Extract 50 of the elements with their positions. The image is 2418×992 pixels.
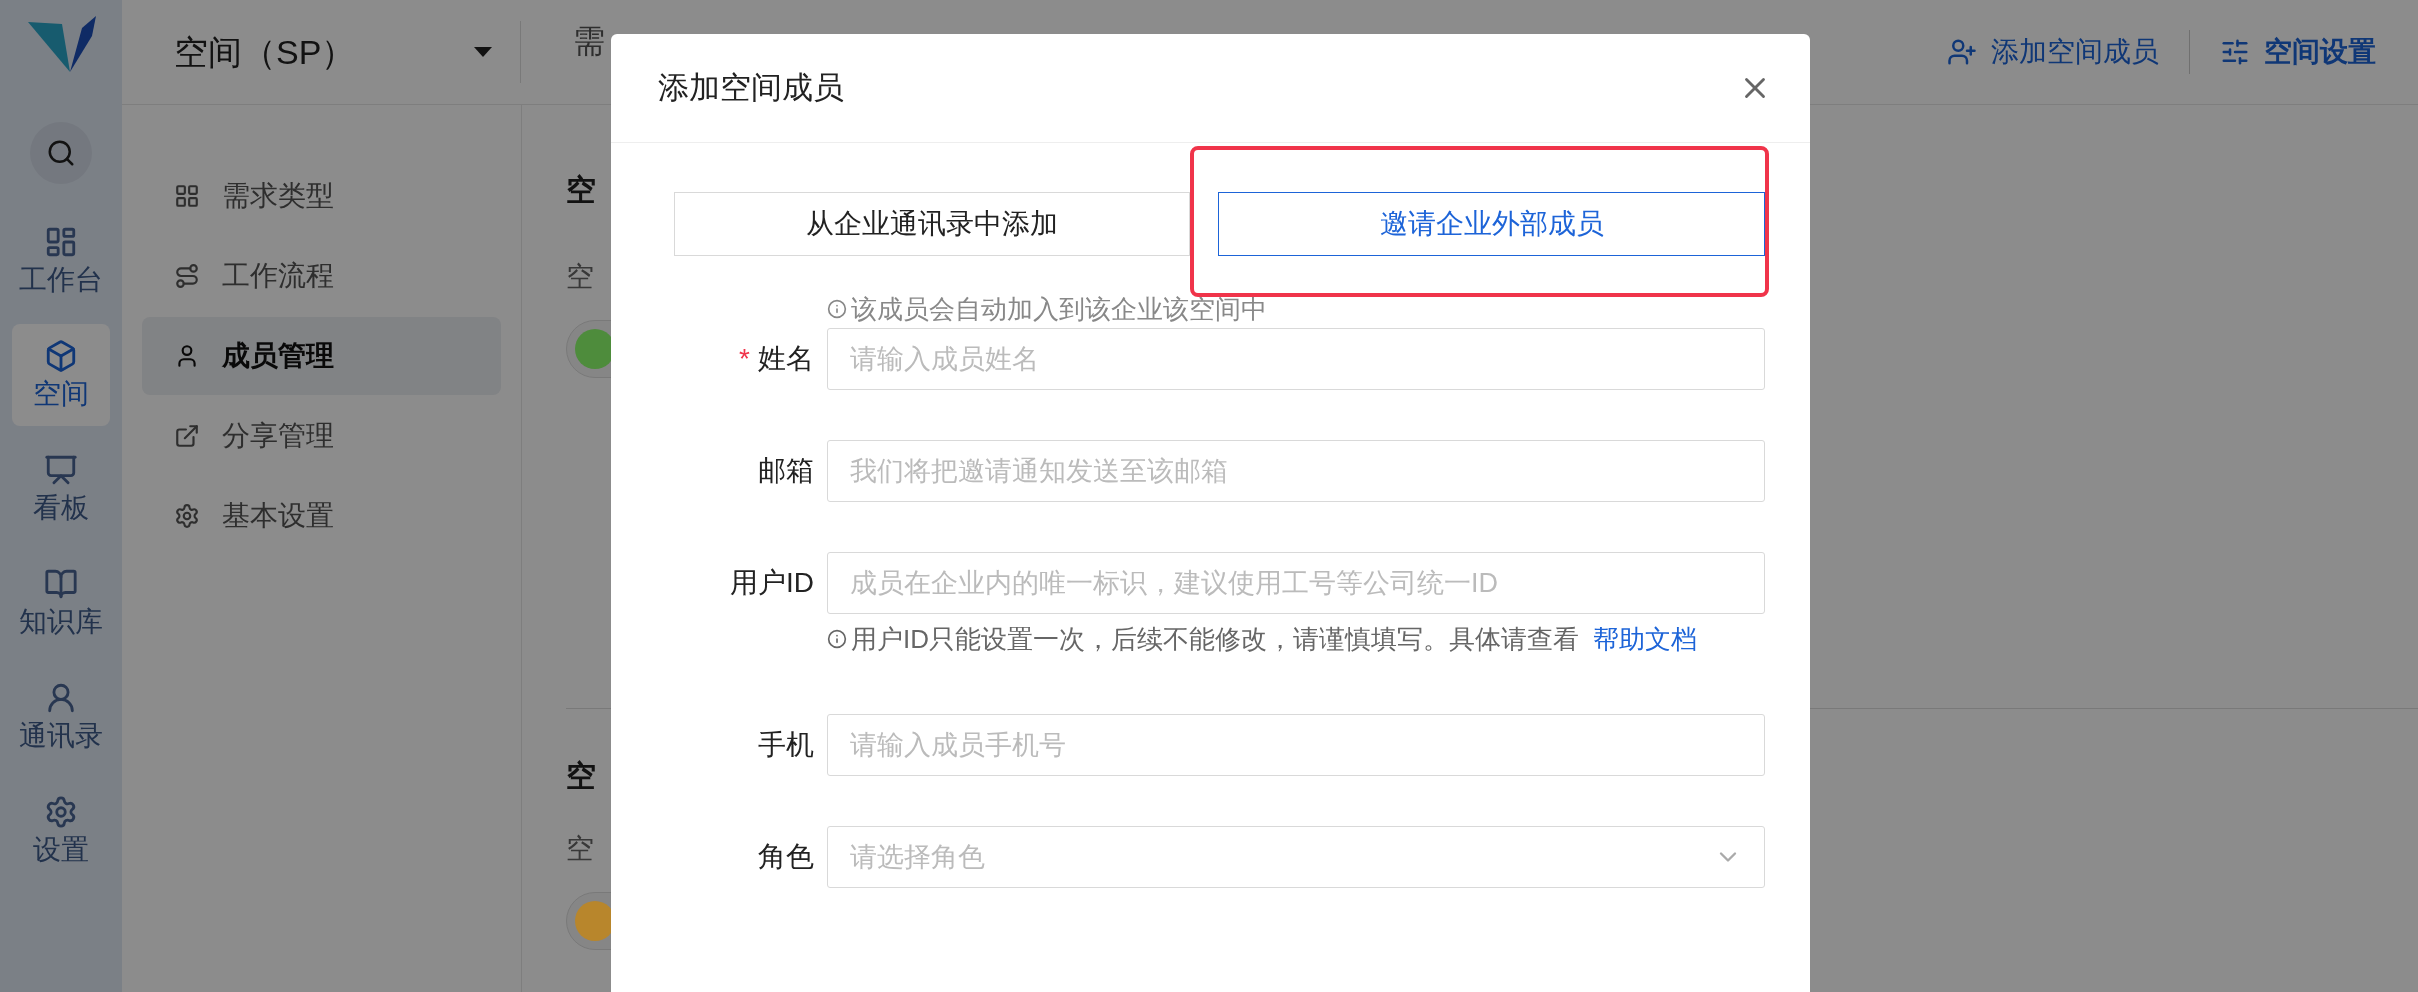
book-icon: [44, 567, 78, 601]
section-text: 空: [566, 260, 594, 294]
info-icon: [827, 629, 847, 649]
dialog-tab[interactable]: 从企业通讯录中添加: [674, 192, 1190, 256]
dialog-tab[interactable]: 邀请企业外部成员: [1218, 192, 1765, 256]
user-plus-icon: [1947, 37, 1977, 67]
section-heading: 空: [566, 172, 596, 208]
sidebar-item[interactable]: 通讯录: [12, 666, 110, 768]
dialog-title: 添加空间成员: [658, 68, 844, 107]
space-settings-button[interactable]: 空间设置: [2220, 31, 2376, 73]
chart-board-icon: [44, 453, 78, 487]
input-field[interactable]: 请输入成员手机号: [827, 714, 1765, 776]
cube-icon: [44, 339, 78, 373]
field-label: 手机: [758, 728, 814, 762]
notice-text: 该成员会自动加入到该企业该空间中: [851, 293, 1267, 326]
field-label: 邮箱: [758, 454, 814, 488]
input-field[interactable]: 请输入成员姓名: [827, 328, 1765, 390]
settings-nav-item[interactable]: 分享管理: [142, 397, 501, 475]
caret-icon: [474, 47, 492, 57]
sidebar-item[interactable]: 知识库: [12, 552, 110, 654]
sidebar-item[interactable]: 空间: [12, 324, 110, 426]
sidebar-item[interactable]: 工作台: [12, 210, 110, 312]
section-heading: 空: [566, 758, 596, 794]
field-label: 用户ID: [730, 566, 814, 600]
settings-nav-item[interactable]: 成员管理: [142, 317, 501, 395]
route-icon: [174, 263, 200, 289]
settings-icon: [174, 503, 200, 529]
section-text: 空: [566, 832, 594, 866]
dashboard-icon: [44, 225, 78, 259]
external-link-icon: [174, 423, 200, 449]
required-mark: *: [739, 342, 750, 376]
info-icon: [827, 299, 847, 319]
add-member-button[interactable]: 添加空间成员: [1947, 31, 2159, 73]
sidebar-item[interactable]: 设置: [12, 780, 110, 882]
input-field[interactable]: 成员在企业内的唯一标识，建议使用工号等公司统一ID: [827, 552, 1765, 614]
field-label: 角色: [758, 840, 814, 874]
settings-icon: [44, 795, 78, 829]
sidebar-item[interactable]: 看板: [12, 438, 110, 540]
field-label: 姓名: [758, 342, 814, 376]
hint-text: 用户ID只能设置一次，后续不能修改，请谨慎填写。具体请查看: [851, 623, 1579, 656]
settings-nav-item[interactable]: 需求类型: [142, 157, 501, 235]
space-selector[interactable]: 空间（SP）: [122, 0, 520, 104]
sliders-icon: [2220, 37, 2250, 67]
help-link[interactable]: 帮助文档: [1593, 622, 1697, 656]
input-field[interactable]: 我们将把邀请通知发送至该邮箱: [827, 440, 1765, 502]
search-icon: [46, 138, 76, 168]
header-tab[interactable]: 需: [573, 17, 605, 65]
settings-nav-item[interactable]: 基本设置: [142, 477, 501, 555]
grid-icon: [174, 183, 200, 209]
settings-nav-item[interactable]: 工作流程: [142, 237, 501, 315]
